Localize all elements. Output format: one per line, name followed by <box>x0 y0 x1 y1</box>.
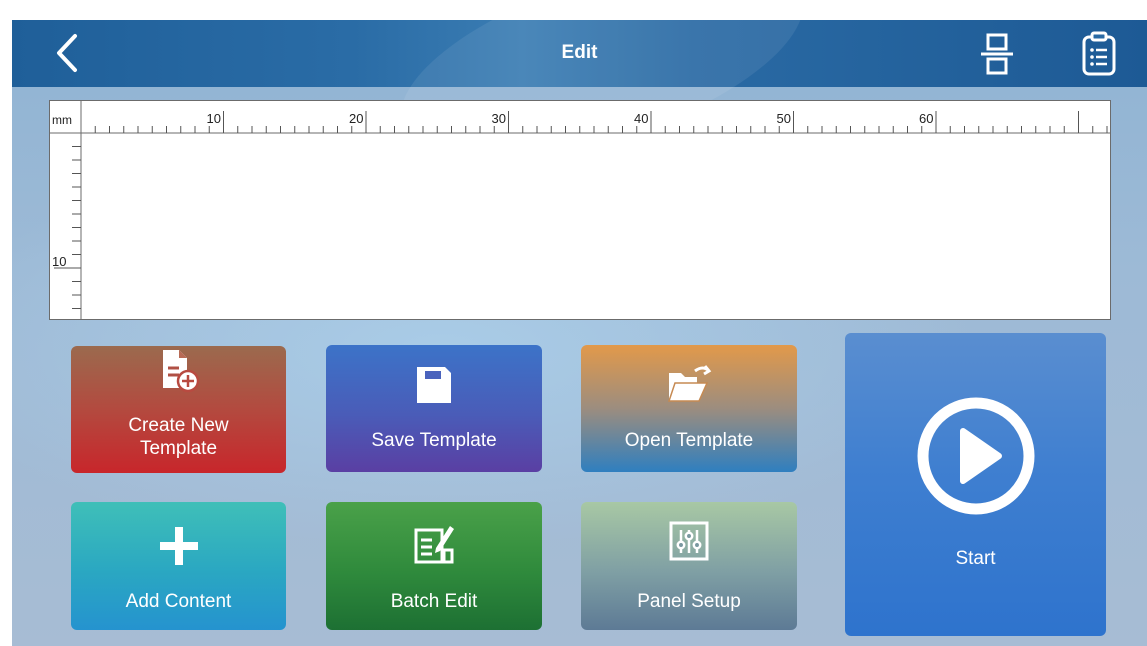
create-label-line2: Template <box>139 438 218 459</box>
label-canvas[interactable]: mm 10 20 30 40 50 60 10 <box>49 100 1111 320</box>
plus-icon <box>157 524 201 573</box>
app-screen: Edit mm 10 20 30 40 50 60 10 Create New … <box>12 20 1147 646</box>
panel-label: Panel Setup <box>637 591 741 612</box>
ruler: mm 10 20 30 40 50 60 10 <box>50 101 1110 319</box>
open-label: Open Template <box>624 430 754 451</box>
list-document-icon[interactable] <box>1080 31 1118 77</box>
save-label: Save Template <box>371 430 497 451</box>
batch-edit-icon <box>412 520 456 571</box>
save-template-button[interactable]: Save Template <box>326 345 542 472</box>
add-content-button[interactable]: Add Content <box>71 502 286 630</box>
start-label: Start <box>955 548 996 569</box>
ruler-label: 10 <box>52 254 66 269</box>
open-template-button[interactable]: Open Template <box>581 345 797 472</box>
batch-edit-button[interactable]: Batch Edit <box>326 502 542 630</box>
batch-label: Batch Edit <box>390 591 478 612</box>
ruler-label: 60 <box>919 111 933 126</box>
ruler-unit: mm <box>52 113 72 127</box>
ruler-label: 40 <box>634 111 648 126</box>
add-label: Add Content <box>125 591 232 612</box>
ruler-label: 30 <box>492 111 506 126</box>
panel-setup-button[interactable]: Panel Setup <box>581 502 797 630</box>
ruler-label: 20 <box>349 111 363 126</box>
ruler-label: 10 <box>207 111 221 126</box>
create-label-line1: Create New <box>128 415 229 436</box>
play-circle-icon <box>913 393 1039 524</box>
new-file-plus-icon <box>157 348 201 399</box>
open-folder-icon <box>665 361 713 412</box>
save-floppy-icon <box>413 363 455 412</box>
ruler-label: 50 <box>777 111 791 126</box>
create-new-template-button[interactable]: Create New Template <box>71 346 286 473</box>
top-bar: Edit <box>12 20 1147 201</box>
print-layout-icon[interactable] <box>977 32 1017 76</box>
sliders-icon <box>668 520 710 567</box>
start-button[interactable]: Start <box>845 333 1106 636</box>
